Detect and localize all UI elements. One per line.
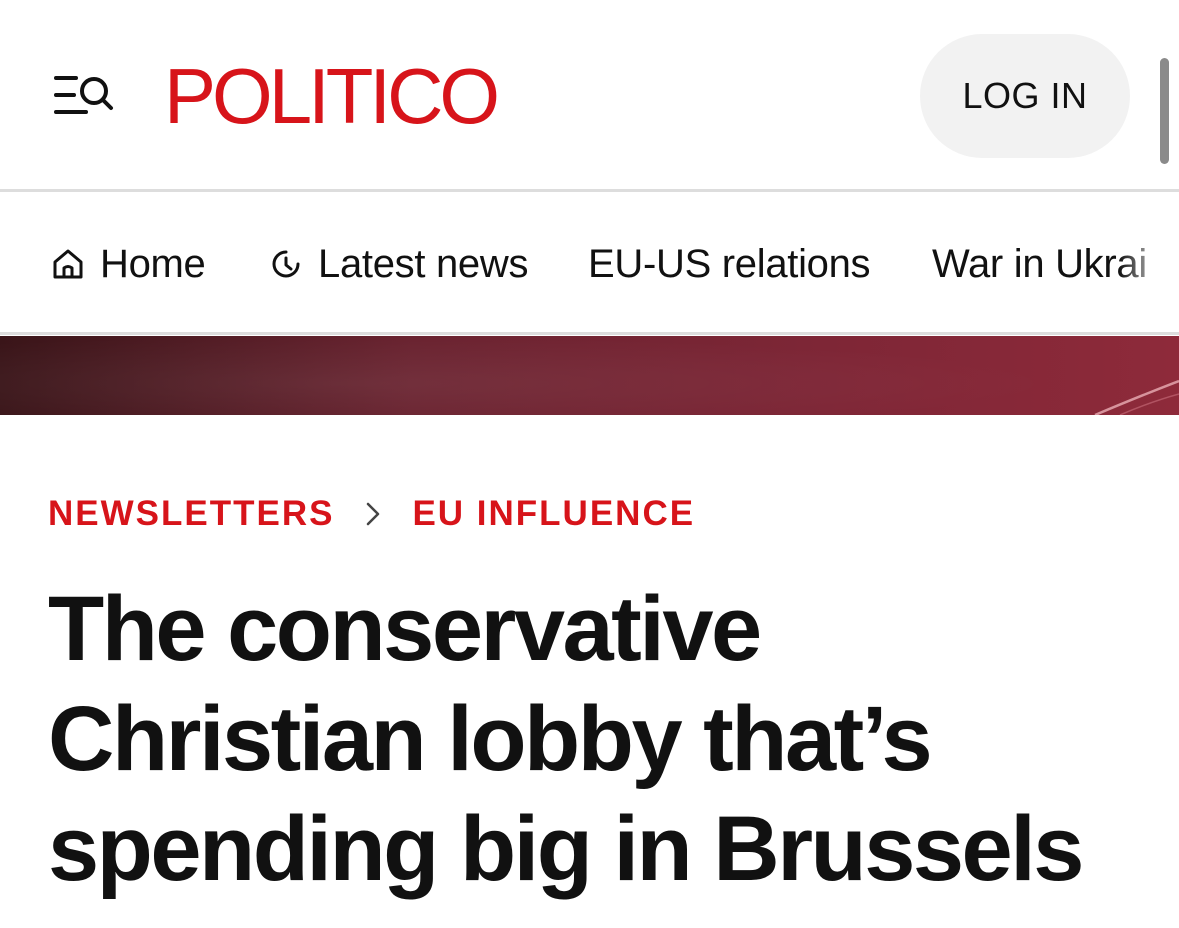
nav-item-latest-news[interactable]: Latest news bbox=[268, 239, 528, 289]
headline-line: Christian lobby that’s bbox=[48, 688, 933, 790]
scrollbar[interactable] bbox=[1160, 58, 1169, 164]
nav-item-label: Home bbox=[100, 241, 206, 286]
breadcrumb-eu-influence[interactable]: EU INFLUENCE bbox=[412, 494, 695, 534]
hero-image-graphic bbox=[0, 336, 1179, 415]
section-nav: Home Latest news EU-US relations War in … bbox=[0, 195, 1179, 335]
nav-item-label: Latest news bbox=[318, 241, 529, 286]
clock-icon bbox=[268, 246, 304, 282]
nav-item-war-in-ukraine[interactable]: War in Ukrai bbox=[932, 239, 1147, 289]
site-header: POLITICO LOG IN bbox=[0, 0, 1179, 192]
login-button[interactable]: LOG IN bbox=[920, 34, 1130, 158]
nav-item-home[interactable]: Home bbox=[50, 239, 206, 289]
politico-logo[interactable]: POLITICO bbox=[164, 52, 500, 140]
chevron-right-icon bbox=[364, 501, 382, 527]
menu-search-button[interactable] bbox=[50, 70, 116, 122]
hero-image bbox=[0, 336, 1179, 415]
page: POLITICO LOG IN Home Latest news EU-US r… bbox=[0, 0, 1179, 928]
headline-line: The conservative bbox=[48, 578, 762, 680]
nav-item-eu-us-relations[interactable]: EU-US relations bbox=[588, 239, 871, 289]
nav-fade bbox=[1119, 195, 1179, 332]
nav-item-label: War in Ukrai bbox=[932, 241, 1147, 286]
breadcrumb: NEWSLETTERS EU INFLUENCE bbox=[48, 492, 695, 536]
home-icon bbox=[50, 246, 86, 282]
article-headline: The conservative Christian lobby that’s … bbox=[48, 574, 1158, 904]
breadcrumb-newsletters[interactable]: NEWSLETTERS bbox=[48, 494, 334, 534]
nav-item-label: EU-US relations bbox=[588, 241, 871, 286]
headline-line: spending big in Brussels bbox=[48, 798, 1084, 900]
menu-search-icon bbox=[54, 76, 113, 114]
